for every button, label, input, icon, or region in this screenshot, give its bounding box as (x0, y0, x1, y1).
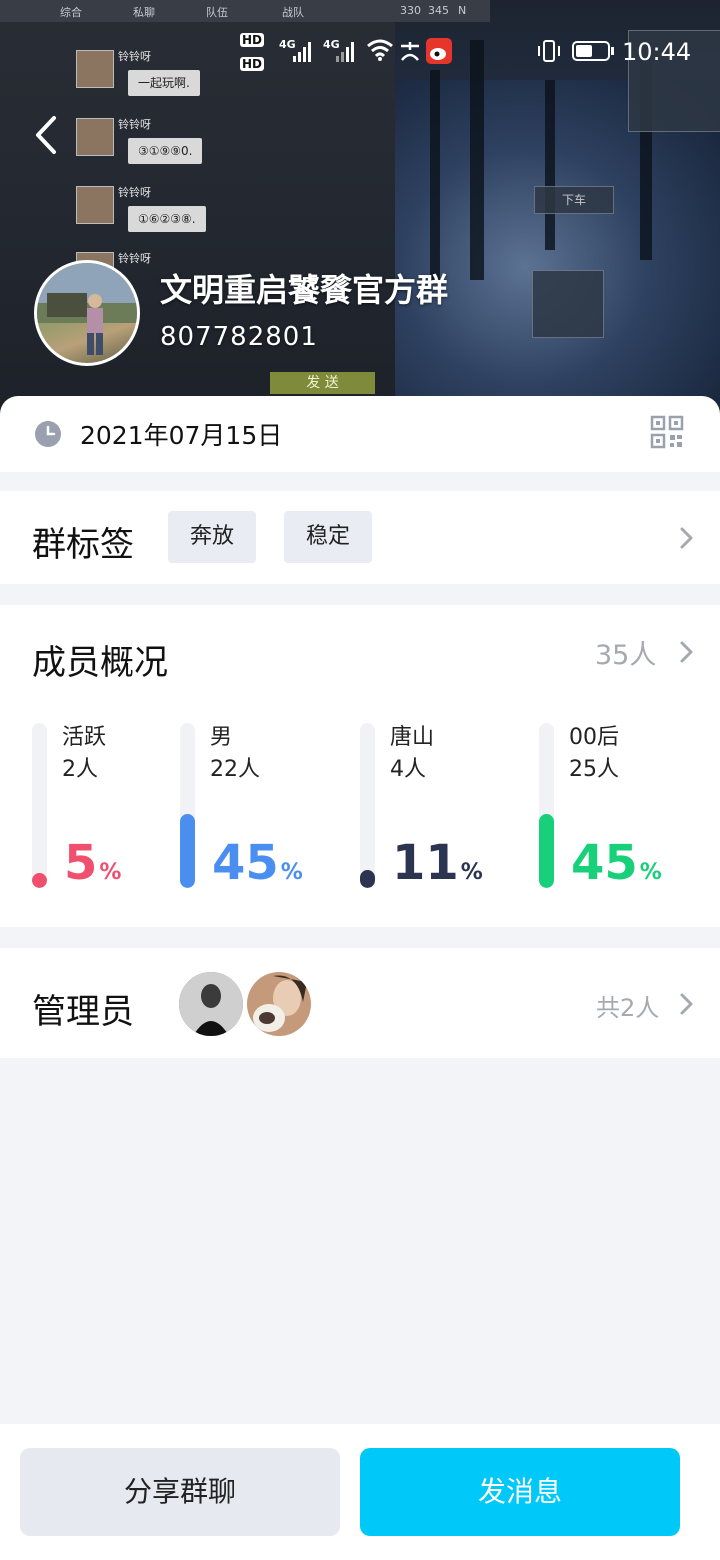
group-header: 综合 私聊 队伍 战队 330 345 N 铃铃呀 一起玩啊. 铃铃呀 ③①⑨⑨… (0, 0, 720, 420)
battery-icon (572, 41, 614, 61)
bottom-action-bar: 分享群聊 发消息 (0, 1424, 720, 1560)
stat-count: 25人 (569, 757, 619, 782)
stat-label: 活跃 (62, 725, 107, 750)
send-message-button[interactable]: 发消息 (360, 1448, 680, 1536)
game-get-off-label: 下车 (534, 186, 614, 214)
tags-title: 群标签 (32, 525, 134, 565)
stat-percent: 45% (571, 835, 662, 891)
share-group-button[interactable]: 分享群聊 (20, 1448, 340, 1536)
game-weapon-slot (532, 270, 604, 338)
chevron-right-icon (680, 527, 693, 549)
stat-count: 4人 (390, 757, 426, 782)
clock: 10:44 (622, 38, 692, 66)
back-icon[interactable] (30, 112, 66, 158)
admins-total: 共2人 (596, 994, 660, 1022)
group-tags-section[interactable]: 群标签 奔放 稳定 (0, 491, 720, 584)
stat-label: 唐山 (390, 725, 435, 750)
stat-label: 男 (210, 725, 233, 750)
clock-icon (35, 421, 61, 447)
stat-count: 2人 (62, 757, 98, 782)
tag-chip: 奔放 (168, 511, 257, 563)
stat-percent: 5% (64, 835, 122, 891)
members-total: 35人 (595, 640, 657, 671)
group-id[interactable]: 807782801 (160, 322, 318, 352)
admins-title: 管理员 (32, 992, 134, 1032)
tag-chip: 稳定 (284, 511, 373, 563)
vibrate-icon (538, 40, 560, 62)
admin-avatar[interactable] (247, 972, 311, 1036)
chevron-right-icon (680, 641, 693, 663)
created-date: 2021年07月15日 (80, 421, 283, 450)
stat-percent: 45% (212, 835, 303, 891)
admins-section[interactable]: 管理员 共2人 (0, 948, 720, 1058)
weibo-icon (426, 38, 452, 64)
group-avatar-image (37, 263, 137, 355)
chevron-right-icon (680, 993, 693, 1015)
stat-bar (360, 723, 375, 888)
wifi-icon (367, 39, 393, 61)
game-tabbar: 综合 私聊 队伍 战队 330 345 N (0, 0, 490, 22)
hd-badge: HD (240, 57, 265, 71)
group-name: 文明重启饕餮官方群 (160, 271, 449, 309)
signal-icon (336, 42, 354, 62)
status-bar: HD HD 4G 4G 10:44 (0, 30, 720, 76)
stat-bar (539, 723, 554, 888)
qr-code-icon[interactable] (650, 415, 684, 449)
game-send-label: 发 送 (270, 372, 375, 394)
stat-count: 22人 (210, 757, 260, 782)
admin-avatar-image (179, 972, 243, 1036)
members-section[interactable]: 成员概况 35人 活跃 2人 5% 男 22人 45% 唐山 4人 11% 00… (0, 605, 720, 927)
admin-avatar-image (247, 972, 311, 1036)
stat-percent: 11% (392, 835, 483, 891)
members-title: 成员概况 (32, 643, 168, 683)
admin-avatar[interactable] (179, 972, 243, 1036)
signal-icon (293, 42, 311, 62)
hd-badge: HD (240, 33, 265, 47)
stat-label: 00后 (569, 725, 619, 750)
stat-bar (180, 723, 195, 888)
group-avatar[interactable] (34, 260, 140, 366)
alipay-icon (401, 42, 419, 61)
created-date-row: 2021年07月15日 (0, 396, 720, 472)
stat-bar (32, 723, 47, 888)
